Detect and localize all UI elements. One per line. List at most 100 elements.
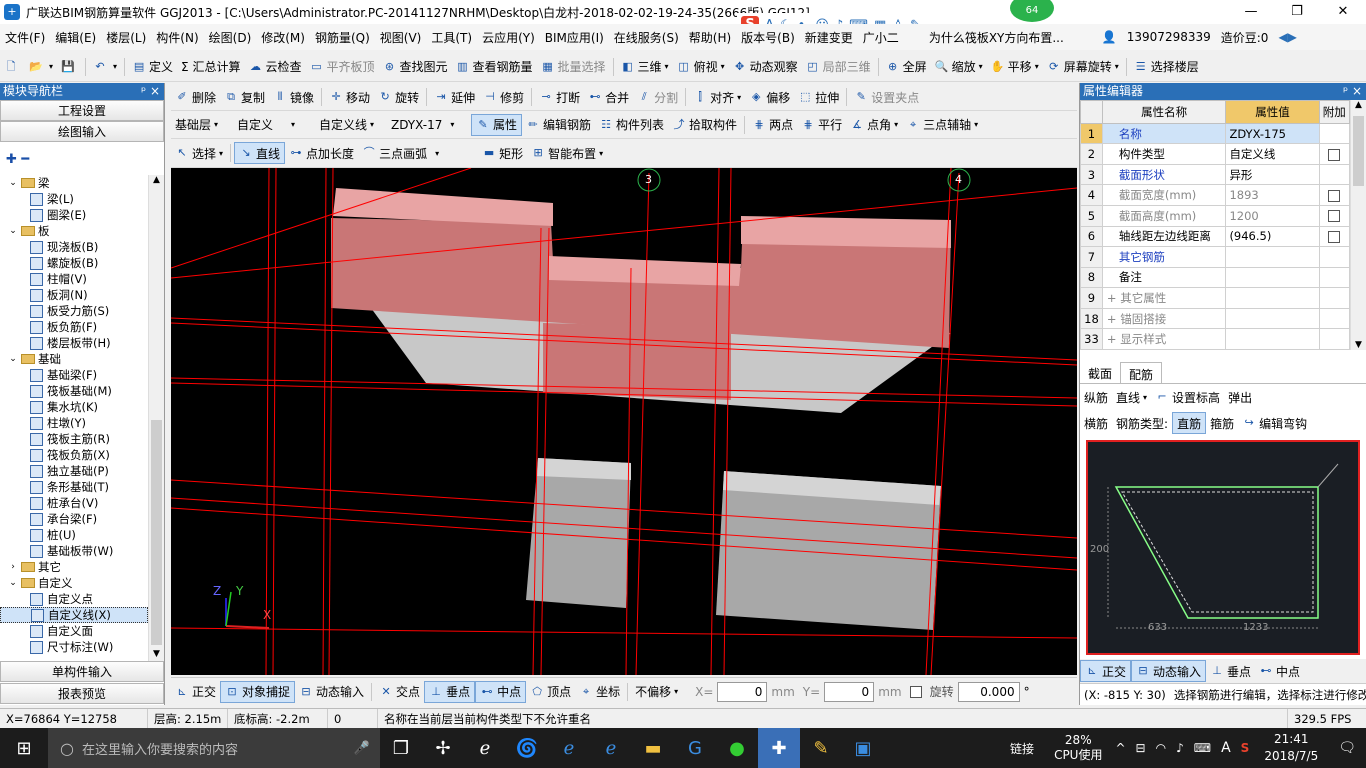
offset-button[interactable]: ◈ 偏移 [745,86,794,108]
property-extra-cell[interactable] [1318,266,1351,289]
tree-item[interactable]: 独立基础(P) [0,463,148,479]
attach-checkbox[interactable] [1328,148,1341,161]
summary-calc-button[interactable]: Σ 汇总计算 [177,56,244,78]
offset-select[interactable]: 不偏移 ▾ [631,681,691,703]
local-3d-button[interactable]: ◰ 局部三维 [802,56,875,78]
property-extra-cell[interactable] [1318,225,1351,248]
batch-select-button[interactable]: ▦ 批量选择 [537,56,610,78]
tree-item[interactable]: 基础梁(F) [0,367,148,383]
tray-app-icon[interactable]: ⊟ [1131,741,1151,755]
category-select[interactable]: 自定义 ▾ [233,114,315,136]
report-preview-button[interactable]: 报表预览 [0,683,164,704]
property-row[interactable]: 1 名称 ZDYX-175 [1080,122,1351,145]
rebar-section-canvas[interactable]: 200 633 1233 [1086,440,1360,655]
tab-rebar[interactable]: 配筋 [1120,362,1163,383]
tree-item[interactable]: 柱帽(V) [0,271,148,287]
define-button[interactable]: ▤ 定义 [128,56,177,78]
three-point-arc-button[interactable]: ⌒ 三点画弧 ▾ [358,142,478,164]
intersection-snap-button[interactable]: ✕ 交点 [375,681,424,703]
clock[interactable]: 21:41 2018/7/5 [1254,731,1328,765]
panel-pin-close[interactable]: ᵖ × [141,83,164,100]
tree-item[interactable]: 桩承台(V) [0,495,148,511]
menu-version[interactable]: 版本号(B) [736,29,800,46]
tree-folder[interactable]: ⌄ 梁 [0,175,148,191]
view-rebar-qty-button[interactable]: ▥ 查看钢筋量 [452,56,537,78]
tree-folder[interactable]: ⌄ 自定义 [0,575,148,591]
tree-item[interactable]: 自定义点 [0,591,148,607]
tab-section[interactable]: 截面 [1080,362,1120,383]
rotate-button[interactable]: ↻ 旋转 [374,86,423,108]
extend-button[interactable]: ⇥ 延伸 [430,86,479,108]
tree-folder[interactable]: ⌄ 板 [0,223,148,239]
dim-bottom-label-2[interactable]: 1233 [1243,622,1268,633]
tree-item[interactable]: 尺寸标注(W) [0,639,148,655]
ie-blue-icon[interactable]: ℯ [590,728,632,768]
rebar-midpoint-button[interactable]: ⊷ 中点 [1255,660,1304,682]
save-icon[interactable]: 💾 [57,56,82,78]
spiral-app-icon[interactable]: 🌀 [506,728,548,768]
question-link[interactable]: 为什么筏板XY方向布置... [924,29,1069,46]
cpu-usage[interactable]: 28% CPU使用 [1046,733,1110,763]
open-file-icon[interactable]: 📂 ▾ [25,56,57,78]
property-extra-cell[interactable] [1318,184,1351,206]
property-value[interactable]: 1200 [1225,204,1320,227]
edit-hook-button[interactable]: ↪ 编辑弯钩 [1238,412,1311,434]
tree-expand-collapse[interactable]: ✚ ━ [0,152,164,170]
tree-item[interactable]: 螺旋板(B) [0,255,148,271]
property-extra-cell[interactable] [1318,143,1351,165]
property-row[interactable]: 6 轴线距左边线距离 (946.5) [1080,225,1351,248]
horizontal-rebar-button[interactable]: 横筋 [1080,412,1112,434]
3d-view-button[interactable]: ◧ 三维 ▾ [617,56,673,78]
expand-chevron-icon[interactable]: ⌄ [8,223,18,239]
component-list-button[interactable]: ☷ 构件列表 [595,114,668,136]
tree-item[interactable]: 筏板负筋(X) [0,447,148,463]
break-button[interactable]: ⊸ 打断 [535,86,584,108]
taskbar-link[interactable]: 链接 [998,740,1046,757]
windows-start-icon[interactable]: ⊞ [0,728,48,768]
notification-icon[interactable]: 🗨 [1328,740,1366,756]
delete-button[interactable]: ✐ 删除 [171,86,220,108]
viewport-canvas[interactable] [171,168,1077,675]
tree-item[interactable]: 梁(L) [0,191,148,207]
screen-rotate-button[interactable]: ⟳ 屏幕旋转 ▾ [1043,56,1123,78]
rebar-section-svg[interactable] [1088,442,1358,653]
attach-checkbox[interactable] [1328,210,1341,223]
property-value[interactable] [1225,307,1320,330]
menu-floor[interactable]: 楼层(L) [101,29,151,46]
wifi-icon[interactable]: ◠ [1151,741,1171,755]
point-length-button[interactable]: ⊶ 点加长度 [285,142,358,164]
tree-item[interactable]: 自定义线(X) [0,607,148,623]
property-value[interactable]: 异形 [1225,163,1320,186]
tree-item[interactable]: 桩(U) [0,527,148,543]
sogou-tray-icon[interactable]: S [1236,741,1255,755]
tree-item[interactable]: 条形基础(T) [0,479,148,495]
draw-input-button[interactable]: 绘图输入 [0,121,164,142]
two-point-button[interactable]: ⋕ 两点 [748,114,797,136]
drawing-viewport[interactable]: 3 4 Z Y X [171,168,1077,675]
type-select[interactable]: 自定义线 ▾ [315,114,387,136]
dynamic-input-button[interactable]: ⊟ 动态输入 [295,681,368,703]
price-bean-icon[interactable]: ◀▶ [1273,30,1301,44]
set-elevation-button[interactable]: ⌐ 设置标高 [1151,386,1224,408]
menu-help[interactable]: 帮助(H) [684,29,736,46]
property-extra-cell[interactable] [1318,204,1351,227]
mirror-button[interactable]: ⫴ 镜像 [269,86,318,108]
straight-rebar-button[interactable]: 直筋 [1172,412,1207,434]
close-button[interactable]: ✕ [1320,0,1366,24]
tree-item[interactable]: 楼层板带(H) [0,335,148,351]
merge-button[interactable]: ⊷ 合并 [584,86,633,108]
task-view-icon[interactable]: ❐ [380,728,422,768]
expand-chevron-icon[interactable]: ⌄ [8,175,18,191]
menu-tools[interactable]: 工具(T) [426,29,477,46]
user-icon[interactable]: 👤 [1097,30,1122,44]
parallel-button[interactable]: ⋕ 平行 [797,114,846,136]
property-value[interactable] [1225,246,1320,268]
tree-item[interactable]: 自定义面 [0,623,148,639]
stirrup-button[interactable]: 箍筋 [1206,412,1238,434]
menu-rebar[interactable]: 钢筋量(Q) [310,29,375,46]
dim-left-label[interactable]: 200 [1090,544,1109,555]
keyboard-icon[interactable]: ⌨ [1189,741,1216,755]
menu-cloud[interactable]: 云应用(Y) [477,29,540,46]
move-button[interactable]: ✛ 移动 [325,86,374,108]
ime-lang-label[interactable]: A [1216,740,1236,756]
